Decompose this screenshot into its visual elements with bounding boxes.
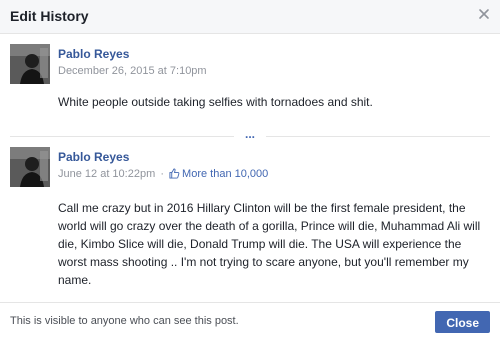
thumbs-up-icon — [169, 168, 180, 182]
post-meta: June 12 at 10:22pm · More than 10,000 — [58, 168, 268, 182]
close-icon[interactable] — [478, 8, 490, 20]
avatar[interactable] — [10, 147, 50, 187]
post-text: Call me crazy but in 2016 Hillary Clinto… — [58, 201, 481, 287]
dialog-footer: This is visible to anyone who can see th… — [0, 302, 500, 342]
likes-link[interactable]: More than 10,000 — [169, 168, 268, 180]
timestamp-text[interactable]: December 26, 2015 at 7:10pm — [58, 65, 207, 77]
visibility-note: This is visible to anyone who can see th… — [10, 315, 239, 327]
author-name[interactable]: Pablo Reyes — [58, 150, 129, 164]
close-button[interactable]: Close — [435, 311, 490, 333]
more-indicator[interactable]: ... — [234, 128, 266, 142]
post-text: White people outside taking selfies with… — [58, 95, 373, 109]
likes-count: More than 10,000 — [182, 168, 269, 180]
dialog-header: Edit History — [0, 0, 500, 34]
timestamp: December 26, 2015 at 7:10pm — [58, 65, 207, 77]
timestamp-text[interactable]: June 12 at 10:22pm — [58, 168, 155, 180]
dialog-title: Edit History — [10, 8, 89, 24]
avatar[interactable] — [10, 44, 50, 84]
meta-separator: · — [160, 168, 164, 180]
edit-history-dialog: Edit History Pablo Reyes December 26, 20… — [0, 0, 500, 342]
author-name[interactable]: Pablo Reyes — [58, 47, 129, 61]
